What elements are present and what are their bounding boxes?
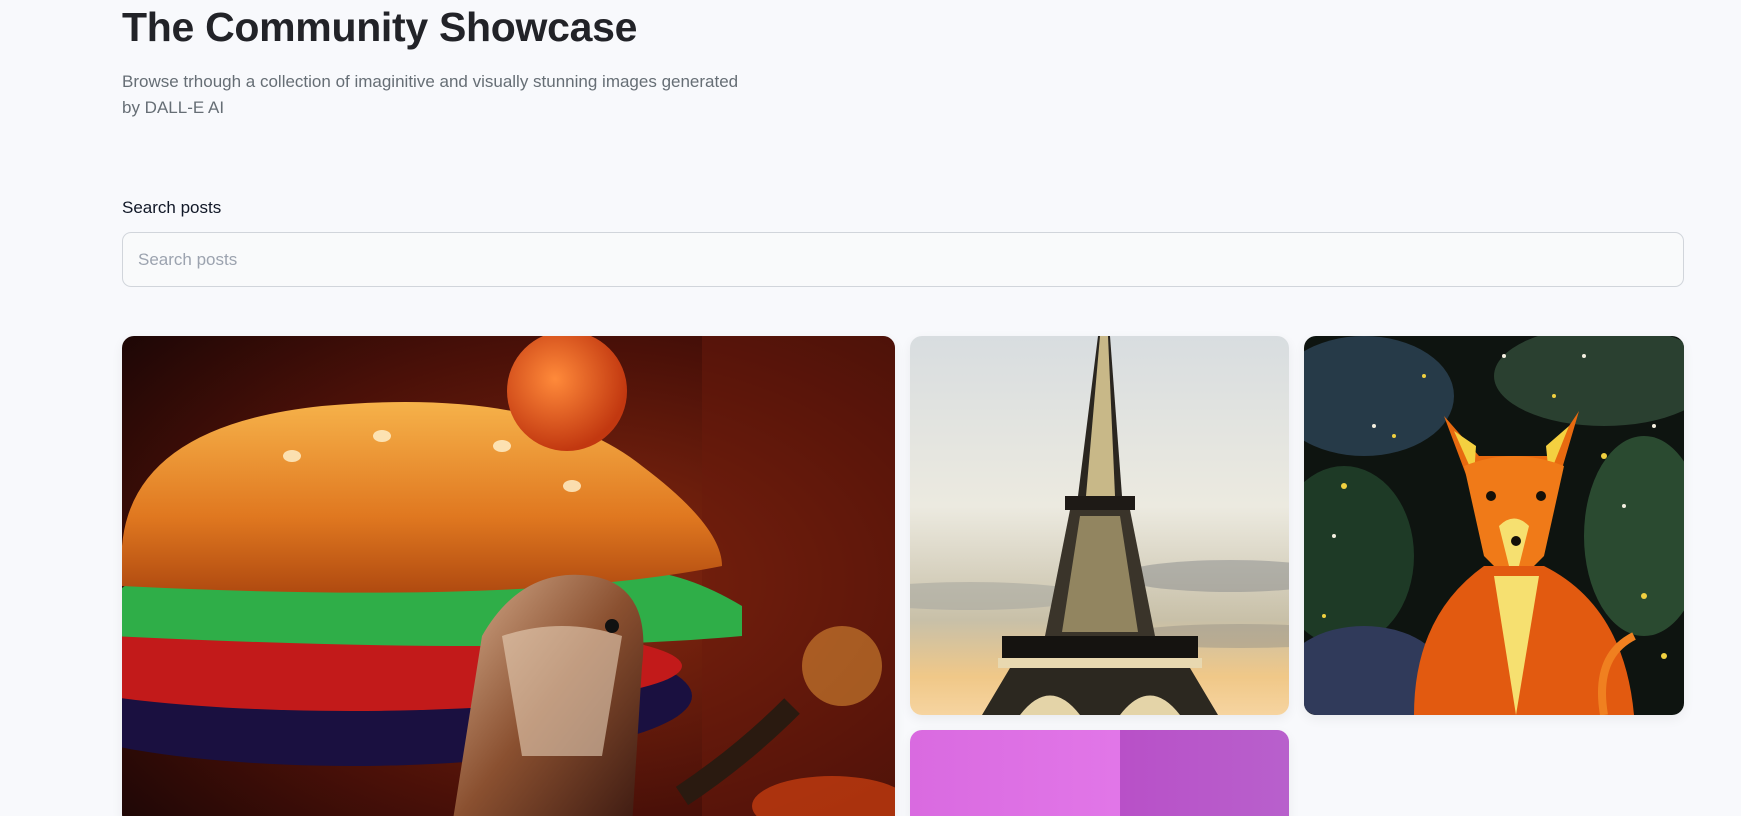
search-label: Search posts (122, 198, 222, 217)
fox-painting-image (1304, 336, 1684, 715)
pink-abstract-image (910, 730, 1289, 816)
dog-hamburger-image (122, 336, 895, 816)
page-title: The Community Showcase (122, 4, 638, 50)
gallery-card-dog-hamburger[interactable] (122, 336, 895, 816)
page-subtitle: Browse trhough a collection of imaginiti… (122, 72, 739, 117)
search-input[interactable] (122, 232, 1684, 287)
page: The Community Showcase Browse trhough a … (0, 0, 1741, 816)
gallery-card-pink-abstract[interactable] (910, 730, 1289, 816)
gallery-card-fox[interactable] (1304, 336, 1684, 715)
eiffel-tower-image (910, 336, 1289, 715)
gallery-card-eiffel-tower[interactable] (910, 336, 1289, 715)
